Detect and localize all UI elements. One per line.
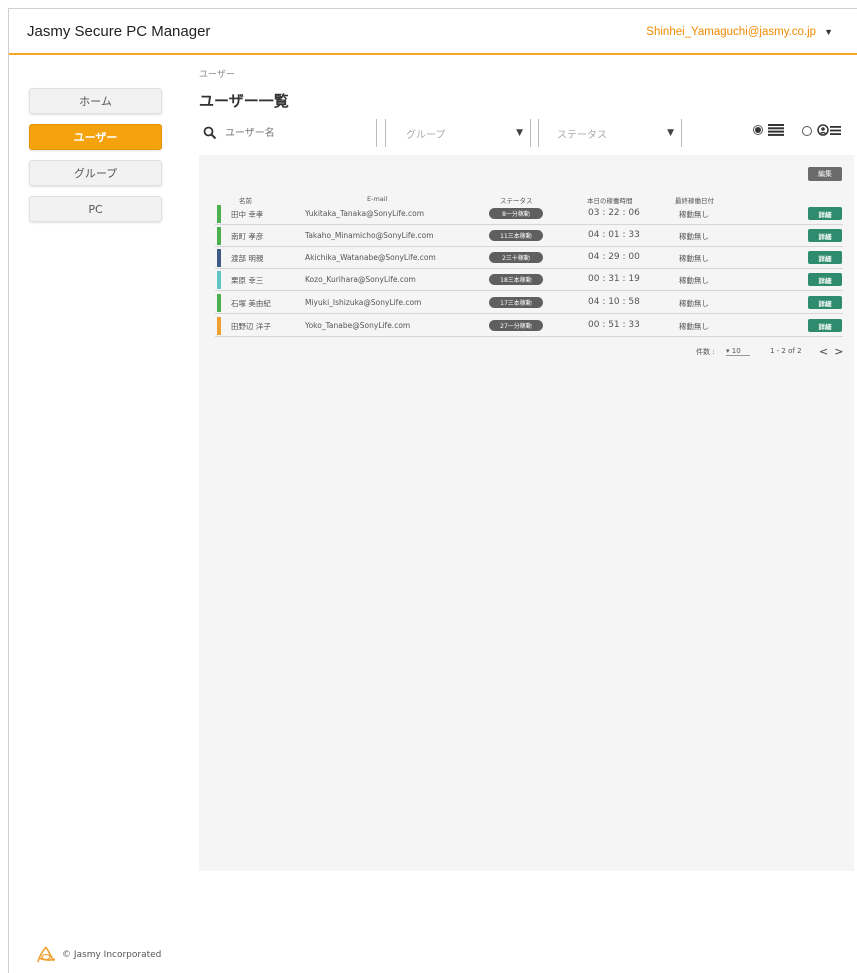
user-name: 栗原 幸三 bbox=[231, 276, 264, 285]
table-row[interactable]: 栗原 幸三 Kozo_Kurihara@SonyLife.com 18三本稼動 … bbox=[215, 270, 843, 291]
card-view-toggle[interactable] bbox=[802, 124, 841, 137]
sidebar-item-pc[interactable]: PC bbox=[29, 196, 162, 222]
status-badge: 11三本稼動 bbox=[489, 230, 543, 241]
user-list-panel: 編集 名前 E-mail ステータス 本日の稼働時間 最終稼働日付 田中 幸孝 … bbox=[199, 155, 854, 871]
divider bbox=[530, 119, 531, 147]
user-color-bar bbox=[217, 294, 221, 312]
sidebar-item-groups[interactable]: グループ bbox=[29, 160, 162, 186]
user-color-bar bbox=[217, 271, 221, 289]
prev-page-icon[interactable]: < bbox=[819, 345, 834, 358]
app-header: Jasmy Secure PC Manager Shinhei_Yamaguch… bbox=[9, 9, 857, 55]
status-badge: 8一分稼動 bbox=[489, 208, 543, 219]
list-view-radio[interactable] bbox=[753, 125, 763, 135]
user-name: 田野辺 洋子 bbox=[231, 322, 271, 331]
pagination-range: 1 - 2 of 2 bbox=[770, 347, 802, 355]
user-color-bar bbox=[217, 317, 221, 335]
user-card-icon bbox=[817, 124, 841, 136]
detail-button[interactable]: 詳細 bbox=[808, 296, 842, 309]
card-view-radio[interactable] bbox=[802, 125, 812, 136]
user-color-bar bbox=[217, 249, 221, 267]
table-row[interactable]: 南町 孝彦 Takaho_Minamicho@SonyLife.com 11三本… bbox=[215, 226, 843, 247]
user-search-field[interactable] bbox=[199, 119, 375, 147]
status-badge: 2三十稼動 bbox=[489, 252, 543, 263]
today-hours: 03 : 22 : 06 bbox=[588, 208, 640, 218]
detail-button[interactable]: 詳細 bbox=[808, 319, 842, 332]
chevron-down-icon: ▼ bbox=[516, 128, 523, 138]
jasmy-logo-icon bbox=[37, 946, 56, 963]
chevron-down-icon: ▼ bbox=[667, 128, 674, 138]
detail-button[interactable]: 詳細 bbox=[808, 273, 842, 286]
status-badge: 17三本稼動 bbox=[489, 297, 543, 308]
user-name: 南町 孝彦 bbox=[231, 232, 264, 241]
table-row[interactable]: 石塚 美由紀 Miyuki_Ishizuka@SonyLife.com 17三本… bbox=[215, 293, 843, 314]
sidebar-item-label: グループ bbox=[73, 167, 118, 180]
group-select[interactable]: グループ ▼ bbox=[386, 119, 529, 147]
divider bbox=[681, 119, 682, 147]
copyright-text: © Jasmy Incorporated bbox=[62, 950, 162, 960]
list-icon bbox=[768, 124, 784, 136]
user-email: Kozo_Kurihara@SonyLife.com bbox=[305, 275, 416, 284]
status-select[interactable]: ステータス ▼ bbox=[539, 119, 680, 147]
sidebar-item-label: PC bbox=[88, 202, 103, 216]
footer: © Jasmy Incorporated bbox=[36, 946, 161, 964]
per-page-select[interactable]: ▾ 10 bbox=[726, 347, 750, 356]
list-view-toggle[interactable] bbox=[753, 124, 784, 136]
last-active-date: 稼動無し bbox=[679, 232, 709, 241]
table-row[interactable]: 渡部 明親 Akichika_Watanabe@SonyLife.com 2三十… bbox=[215, 248, 843, 269]
per-page-label: 件数 : bbox=[696, 348, 715, 356]
user-email: Yukitaka_Tanaka@SonyLife.com bbox=[305, 209, 425, 218]
sidebar-item-label: ユーザー bbox=[73, 131, 118, 144]
column-header-email: E-mail bbox=[367, 195, 388, 203]
status-badge: 27一分稼動 bbox=[489, 320, 543, 331]
pagination-controls: <> bbox=[819, 345, 849, 358]
user-email: Takaho_Minamicho@SonyLife.com bbox=[305, 231, 434, 240]
user-color-bar bbox=[217, 227, 221, 245]
sidebar-item-home[interactable]: ホーム bbox=[29, 88, 162, 114]
today-hours: 00 : 51 : 33 bbox=[588, 320, 640, 330]
user-email: Shinhei_Yamaguchi@jasmy.co.jp bbox=[646, 26, 817, 38]
today-hours: 04 : 10 : 58 bbox=[588, 297, 640, 307]
user-color-bar bbox=[217, 205, 221, 223]
user-email: Yoko_Tanabe@SonyLife.com bbox=[305, 321, 411, 330]
detail-button[interactable]: 詳細 bbox=[808, 251, 842, 264]
table-row[interactable]: 田中 幸孝 Yukitaka_Tanaka@SonyLife.com 8一分稼動… bbox=[215, 204, 843, 225]
user-name: 渡部 明親 bbox=[231, 254, 264, 263]
search-icon bbox=[203, 126, 217, 140]
today-hours: 04 : 29 : 00 bbox=[588, 252, 640, 262]
page-title: ユーザー一覧 bbox=[199, 92, 289, 110]
last-active-date: 稼動無し bbox=[679, 254, 709, 263]
breadcrumb: ユーザー bbox=[199, 70, 235, 80]
last-active-date: 稼動無し bbox=[679, 299, 709, 308]
table-row[interactable]: 田野辺 洋子 Yoko_Tanabe@SonyLife.com 27一分稼動 0… bbox=[215, 316, 843, 337]
user-email: Miyuki_Ishizuka@SonyLife.com bbox=[305, 298, 422, 307]
edit-button[interactable]: 編集 bbox=[808, 167, 842, 181]
status-select-placeholder: ステータス bbox=[557, 129, 607, 141]
chevron-down-icon: ▼ bbox=[824, 27, 833, 37]
status-badge: 18三本稼動 bbox=[489, 274, 543, 285]
sidebar-item-label: ホーム bbox=[79, 95, 112, 108]
last-active-date: 稼動無し bbox=[679, 322, 709, 331]
search-input[interactable] bbox=[223, 126, 367, 140]
divider bbox=[376, 119, 377, 147]
user-email: Akichika_Watanabe@SonyLife.com bbox=[305, 253, 436, 262]
app-title: Jasmy Secure PC Manager bbox=[27, 23, 211, 40]
detail-button[interactable]: 詳細 bbox=[808, 207, 842, 220]
user-name: 田中 幸孝 bbox=[231, 210, 264, 219]
last-active-date: 稼動無し bbox=[679, 210, 709, 219]
last-active-date: 稼動無し bbox=[679, 276, 709, 285]
today-hours: 04 : 01 : 33 bbox=[588, 230, 640, 240]
next-page-icon[interactable]: > bbox=[834, 345, 849, 358]
group-select-placeholder: グループ bbox=[406, 129, 446, 141]
detail-button[interactable]: 詳細 bbox=[808, 229, 842, 242]
user-account-menu[interactable]: Shinhei_Yamaguchi@jasmy.co.jp ▼ bbox=[646, 26, 833, 38]
user-name: 石塚 美由紀 bbox=[231, 299, 271, 308]
sidebar-item-users[interactable]: ユーザー bbox=[29, 124, 162, 150]
today-hours: 00 : 31 : 19 bbox=[588, 274, 640, 284]
